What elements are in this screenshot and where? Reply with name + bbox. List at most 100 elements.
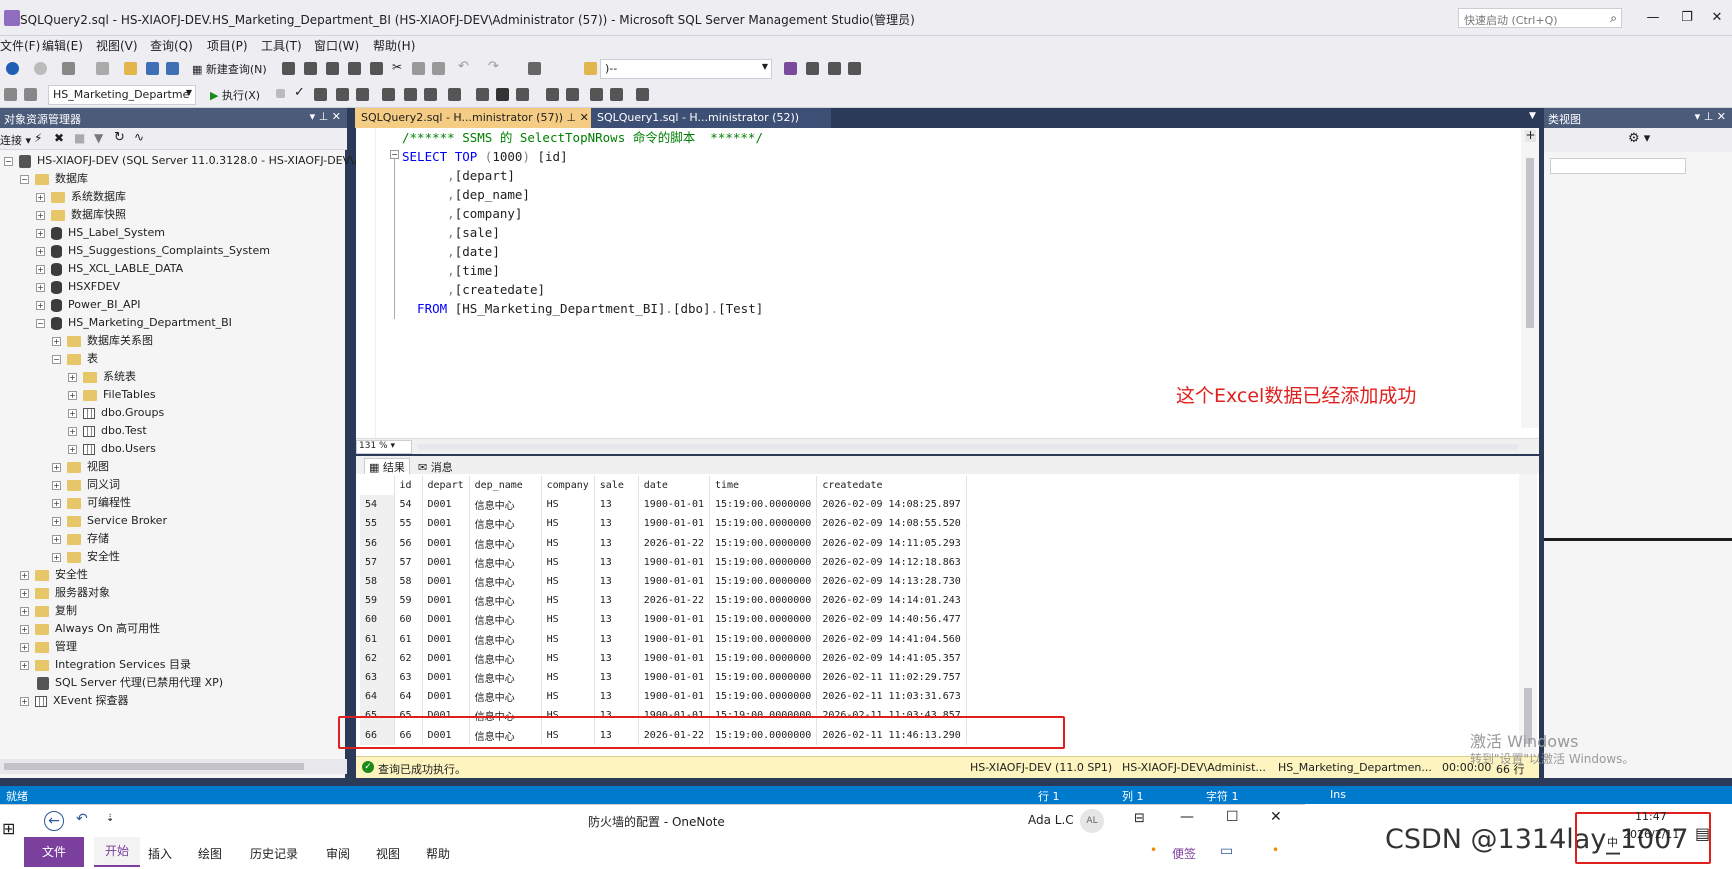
sql-code[interactable]: /****** SSMS 的 SelectTopNRows 命令的脚本 ****…: [402, 128, 1492, 318]
table-cell[interactable]: 2026-02-09 14:41:05.357: [816, 648, 967, 668]
expand-icon[interactable]: +: [36, 300, 45, 310]
table-row[interactable]: 54 54 D001 信息中心 HS 13 1900-01-01 15:19:00.00000…: [360, 495, 967, 515]
tree-node[interactable]: − HS_Marketing_Department_BI: [0, 314, 347, 332]
intellisense-icon[interactable]: [382, 88, 395, 101]
tab-sqlquery1[interactable]: SQLQuery1.sql - H...ministrator (52)): [591, 108, 831, 128]
table-cell[interactable]: 13: [594, 514, 639, 534]
table-cell[interactable]: 15:19:00.0000000: [709, 610, 818, 630]
table-cell[interactable]: HS: [541, 610, 595, 630]
tab-review[interactable]: 审阅: [326, 845, 350, 862]
table-cell[interactable]: 13: [594, 667, 639, 688]
table-row[interactable]: 64 64 D001 信息中心 HS 13 1900-01-01 15:19:00.00000…: [360, 687, 967, 707]
column-header[interactable]: createdate: [816, 476, 967, 496]
table-cell[interactable]: 13: [594, 648, 639, 668]
tree-node[interactable]: + XEvent 探查器: [0, 692, 347, 710]
minimize-button[interactable]: —: [1642, 8, 1664, 28]
table-row[interactable]: 57 57 D001 信息中心 HS 13 1900-01-01 15:19:00.00000…: [360, 552, 967, 572]
outdent-icon[interactable]: [610, 88, 623, 101]
restore-button[interactable]: ❐: [1676, 8, 1698, 28]
ime-indicator[interactable]: 中: [1607, 834, 1618, 850]
row-number-cell[interactable]: 56: [360, 533, 395, 553]
tree-node[interactable]: + Integration Services 目录: [0, 656, 347, 674]
table-cell[interactable]: 15:19:00.0000000: [709, 591, 818, 611]
close-button[interactable]: ✕: [1270, 809, 1282, 825]
column-header[interactable]: company: [541, 476, 595, 496]
tab-history[interactable]: 历史记录: [250, 845, 298, 862]
expand-icon[interactable]: +: [20, 660, 29, 670]
mdx-query-icon[interactable]: [282, 62, 295, 75]
table-cell[interactable]: 13: [594, 552, 639, 572]
table-cell[interactable]: 1900-01-01: [638, 629, 711, 649]
tree-node[interactable]: + 系统数据库: [0, 188, 347, 206]
table-cell[interactable]: 信息中心: [469, 667, 542, 688]
column-header[interactable]: date: [638, 476, 711, 496]
expand-icon[interactable]: +: [68, 426, 77, 436]
customize-toolbar-icon[interactable]: ⇣: [106, 813, 114, 824]
copy-icon[interactable]: [412, 62, 425, 75]
table-cell[interactable]: D001: [422, 533, 470, 553]
stop-icon[interactable]: ■: [74, 131, 85, 145]
class-search-input[interactable]: [1550, 158, 1686, 174]
xmla-query-icon[interactable]: [326, 62, 339, 75]
include-plan-icon[interactable]: [404, 88, 417, 101]
results-to-text-icon[interactable]: [476, 88, 489, 101]
display-plan-icon[interactable]: [314, 88, 327, 101]
tree-node[interactable]: + Power_BI_API: [0, 296, 347, 314]
table-cell[interactable]: 1900-01-01: [638, 648, 711, 668]
solution-explorer-icon[interactable]: [784, 62, 797, 75]
table-cell[interactable]: 62: [394, 648, 423, 668]
table-cell[interactable]: D001: [422, 629, 470, 649]
table-row[interactable]: 56 56 D001 信息中心 HS 13 2026-01-22 15:19:00.00000…: [360, 533, 967, 553]
parse-check-icon[interactable]: ✓: [294, 85, 305, 100]
undo-icon[interactable]: ↶: [458, 59, 469, 74]
table-cell[interactable]: D001: [422, 610, 470, 630]
expand-icon[interactable]: +: [20, 624, 29, 634]
tree-node[interactable]: + 服务器对象: [0, 584, 347, 602]
tree-node[interactable]: + Service Broker: [0, 512, 347, 530]
add-item-icon[interactable]: [96, 62, 109, 75]
table-cell[interactable]: 2026-02-09 14:14:01.243: [816, 591, 967, 611]
expand-icon[interactable]: +: [52, 462, 61, 472]
table-row[interactable]: 63 63 D001 信息中心 HS 13 1900-01-01 15:19:00.00000…: [360, 667, 967, 688]
tree-node[interactable]: + HS_Label_System: [0, 224, 347, 242]
uncomment-icon[interactable]: [566, 88, 579, 101]
table-cell[interactable]: HS: [541, 648, 595, 668]
column-header[interactable]: depart: [422, 476, 470, 496]
collapse-icon[interactable]: −: [20, 174, 29, 184]
redo-icon[interactable]: ↷: [488, 59, 499, 74]
table-cell[interactable]: 13: [594, 591, 639, 611]
tree-node[interactable]: + 系统表: [0, 368, 347, 386]
scrollbar-thumb[interactable]: [4, 763, 304, 770]
tab-insert[interactable]: 插入: [148, 845, 172, 862]
table-cell[interactable]: HS: [541, 571, 595, 592]
row-number-cell[interactable]: 59: [360, 591, 395, 611]
table-cell[interactable]: 信息中心: [469, 571, 542, 592]
table-cell[interactable]: 2026-02-11 11:03:31.673: [816, 687, 967, 707]
table-cell[interactable]: 1900-01-01: [638, 687, 711, 707]
table-cell[interactable]: 55: [394, 514, 423, 534]
tab-results[interactable]: ▦ 结果: [364, 458, 410, 475]
tab-messages[interactable]: ✉ 消息: [418, 459, 453, 475]
table-cell[interactable]: 信息中心: [469, 610, 542, 630]
table-cell[interactable]: 1900-01-01: [638, 552, 711, 572]
connect-plug-icon[interactable]: ⚡: [34, 131, 42, 145]
expand-icon[interactable]: +: [68, 390, 77, 400]
tree-node[interactable]: + 管理: [0, 638, 347, 656]
collapse-icon[interactable]: −: [52, 354, 61, 364]
connect-button[interactable]: 连接 ▾: [0, 132, 31, 148]
expand-icon[interactable]: +: [68, 372, 77, 382]
avatar[interactable]: AL: [1080, 809, 1104, 833]
expand-icon[interactable]: +: [36, 192, 45, 202]
row-number-cell[interactable]: 55: [360, 514, 395, 534]
ribbon-display-icon[interactable]: ⊟: [1134, 811, 1145, 826]
corner-cell[interactable]: [360, 476, 395, 496]
dax-query-icon[interactable]: [348, 62, 361, 75]
collapse-icon[interactable]: −: [36, 318, 45, 328]
table-cell[interactable]: 信息中心: [469, 552, 542, 572]
row-number-cell[interactable]: 63: [360, 667, 395, 688]
expand-icon[interactable]: +: [68, 408, 77, 418]
open-file-icon[interactable]: [124, 62, 137, 75]
tab-home[interactable]: 开始: [94, 837, 140, 867]
tab-view[interactable]: 视图: [376, 845, 400, 862]
expand-icon[interactable]: +: [20, 570, 29, 580]
